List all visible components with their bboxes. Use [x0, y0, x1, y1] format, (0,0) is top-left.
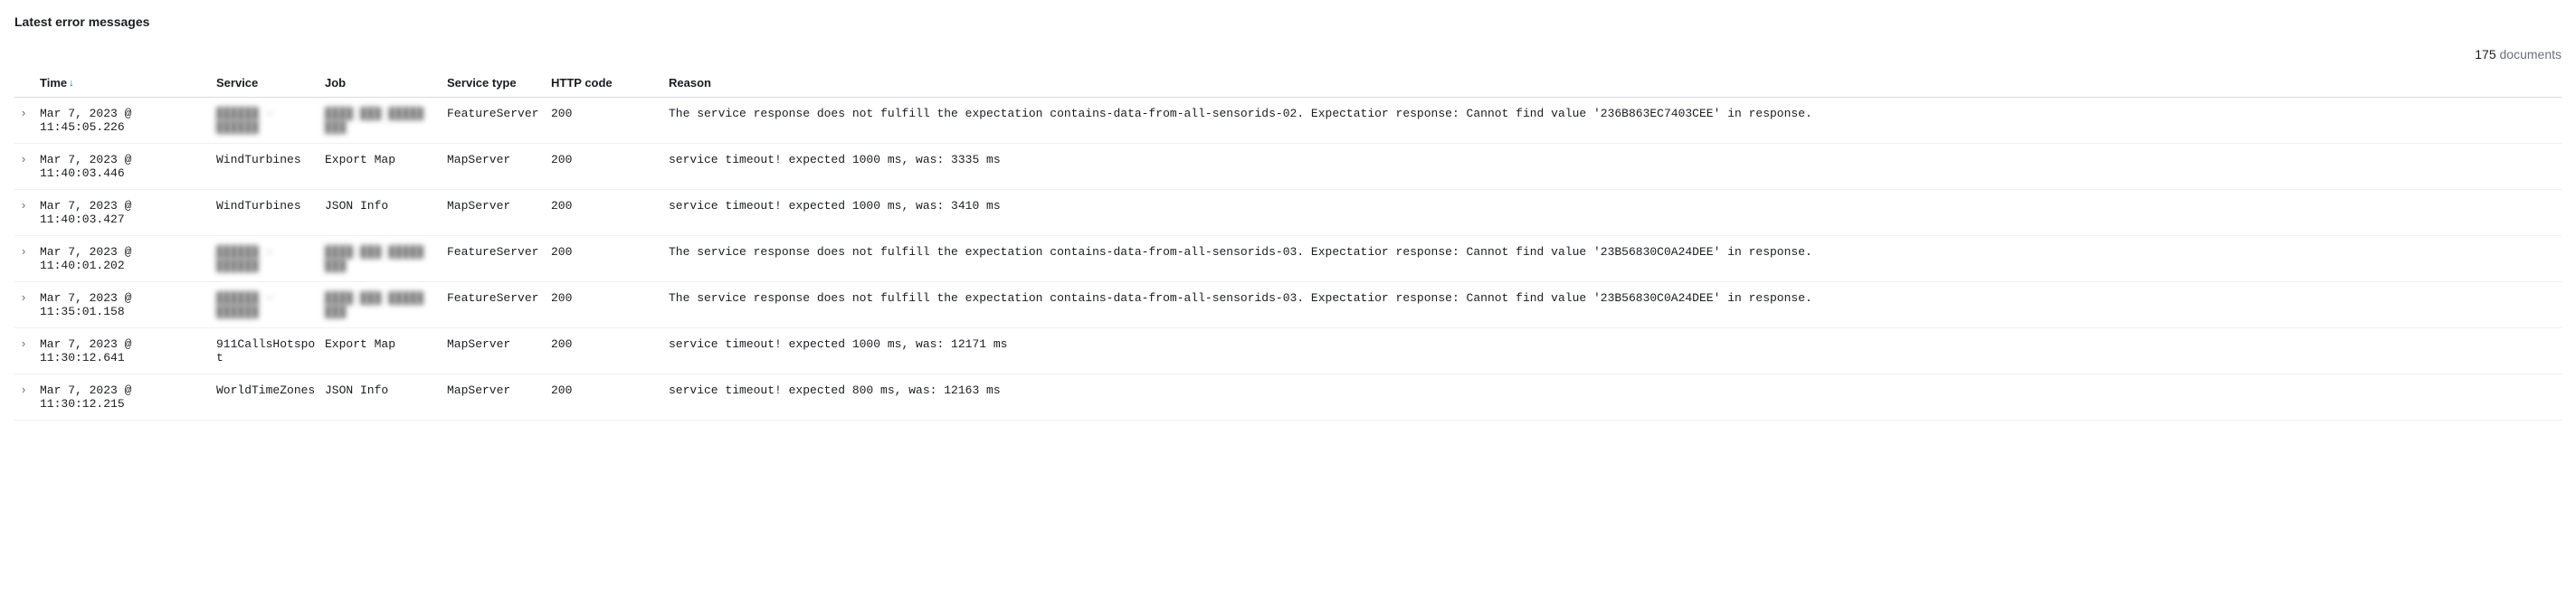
- cell-reason: service timeout! expected 800 ms, was: 1…: [669, 374, 2562, 421]
- cell-http-code: 200: [551, 144, 669, 190]
- error-table: Time ↓ Service Job Service type HTTP cod…: [14, 69, 2562, 421]
- expand-row-button[interactable]: ›: [14, 328, 40, 374]
- cell-reason: The service response does not fulfill th…: [669, 98, 2562, 144]
- sort-descending-icon: ↓: [69, 78, 74, 89]
- column-header-http-code[interactable]: HTTP code: [551, 69, 669, 98]
- panel-title: Latest error messages: [14, 14, 2562, 29]
- cell-service: 911CallsHotspot: [216, 328, 325, 374]
- cell-service-type: MapServer: [447, 374, 551, 421]
- table-row: › Mar 7, 2023 @ 11:40:03.446WindTurbinesE…: [14, 144, 2562, 190]
- cell-time: Mar 7, 2023 @ 11:45:05.226: [40, 98, 216, 144]
- chevron-right-icon: ›: [20, 245, 27, 259]
- table-row: › Mar 7, 2023 @ 11:30:12.641911CallsHotsp…: [14, 328, 2562, 374]
- cell-service-type: FeatureServer: [447, 282, 551, 328]
- cell-job: JSON Info: [325, 190, 447, 236]
- document-count: 175 documents: [14, 47, 2562, 62]
- cell-service: ██████ - ██████: [216, 282, 325, 328]
- cell-service: WorldTimeZones: [216, 374, 325, 421]
- cell-http-code: 200: [551, 98, 669, 144]
- cell-job: Export Map: [325, 144, 447, 190]
- column-header-service-type[interactable]: Service type: [447, 69, 551, 98]
- column-header-time[interactable]: Time ↓: [40, 69, 216, 98]
- chevron-right-icon: ›: [20, 383, 27, 397]
- cell-reason: The service response does not fulfill th…: [669, 282, 2562, 328]
- cell-time: Mar 7, 2023 @ 11:40:03.427: [40, 190, 216, 236]
- chevron-right-icon: ›: [20, 291, 27, 305]
- cell-job: ████ ███ █████ ███: [325, 236, 447, 282]
- cell-job: ████ ███ █████ ███: [325, 98, 447, 144]
- cell-time: Mar 7, 2023 @ 11:40:03.446: [40, 144, 216, 190]
- chevron-right-icon: ›: [20, 337, 27, 351]
- cell-http-code: 200: [551, 190, 669, 236]
- table-row: › Mar 7, 2023 @ 11:30:12.215WorldTimeZone…: [14, 374, 2562, 421]
- table-row: › Mar 7, 2023 @ 11:40:01.202██████ - ████…: [14, 236, 2562, 282]
- cell-http-code: 200: [551, 328, 669, 374]
- expand-row-button[interactable]: ›: [14, 282, 40, 328]
- table-row: › Mar 7, 2023 @ 11:40:03.427WindTurbinesJ…: [14, 190, 2562, 236]
- cell-service: ██████ - ██████: [216, 236, 325, 282]
- cell-job: JSON Info: [325, 374, 447, 421]
- cell-time: Mar 7, 2023 @ 11:30:12.641: [40, 328, 216, 374]
- column-header-reason[interactable]: Reason: [669, 69, 2562, 98]
- cell-job: Export Map: [325, 328, 447, 374]
- expand-row-button[interactable]: ›: [14, 144, 40, 190]
- cell-http-code: 200: [551, 282, 669, 328]
- column-header-job[interactable]: Job: [325, 69, 447, 98]
- column-header-time-label: Time: [40, 76, 67, 90]
- cell-time: Mar 7, 2023 @ 11:30:12.215: [40, 374, 216, 421]
- expand-row-button[interactable]: ›: [14, 190, 40, 236]
- cell-reason: service timeout! expected 1000 ms, was: …: [669, 328, 2562, 374]
- table-row: › Mar 7, 2023 @ 11:35:01.158██████ - ████…: [14, 282, 2562, 328]
- expand-row-button[interactable]: ›: [14, 236, 40, 282]
- cell-service: WindTurbines: [216, 190, 325, 236]
- expand-row-button[interactable]: ›: [14, 374, 40, 421]
- chevron-right-icon: ›: [20, 153, 27, 166]
- cell-service-type: MapServer: [447, 144, 551, 190]
- column-header-service[interactable]: Service: [216, 69, 325, 98]
- chevron-right-icon: ›: [20, 107, 27, 120]
- expand-row-button[interactable]: ›: [14, 98, 40, 144]
- document-count-label: documents: [2500, 47, 2562, 62]
- cell-reason: service timeout! expected 1000 ms, was: …: [669, 144, 2562, 190]
- column-header-expand: [14, 69, 40, 98]
- cell-time: Mar 7, 2023 @ 11:40:01.202: [40, 236, 216, 282]
- cell-service-type: FeatureServer: [447, 236, 551, 282]
- table-row: › Mar 7, 2023 @ 11:45:05.226██████ - ████…: [14, 98, 2562, 144]
- cell-time: Mar 7, 2023 @ 11:35:01.158: [40, 282, 216, 328]
- chevron-right-icon: ›: [20, 199, 27, 213]
- cell-service-type: MapServer: [447, 190, 551, 236]
- cell-reason: service timeout! expected 1000 ms, was: …: [669, 190, 2562, 236]
- cell-job: ████ ███ █████ ███: [325, 282, 447, 328]
- cell-service-type: FeatureServer: [447, 98, 551, 144]
- cell-http-code: 200: [551, 374, 669, 421]
- cell-http-code: 200: [551, 236, 669, 282]
- cell-service: WindTurbines: [216, 144, 325, 190]
- document-count-number: 175: [2475, 47, 2495, 62]
- cell-service: ██████ - ██████: [216, 98, 325, 144]
- cell-service-type: MapServer: [447, 328, 551, 374]
- cell-reason: The service response does not fulfill th…: [669, 236, 2562, 282]
